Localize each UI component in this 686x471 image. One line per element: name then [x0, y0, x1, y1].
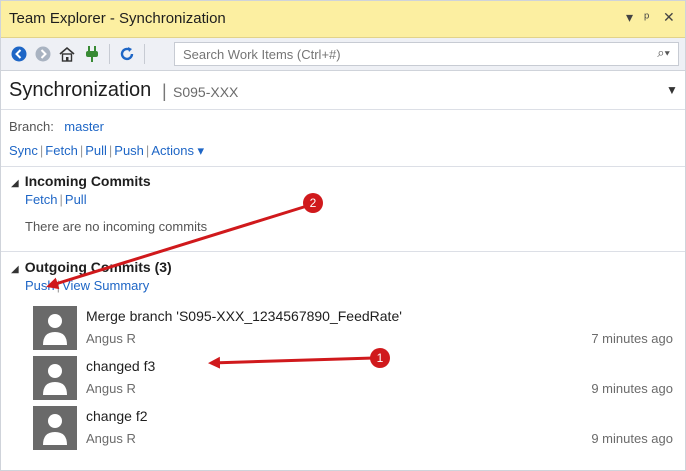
team-explorer-window: Team Explorer - Synchronization ▾ ᵖ ✕ ⌕▾…	[0, 0, 686, 471]
arrow-to-push	[46, 204, 308, 290]
annotation-arrows	[46, 204, 375, 369]
annotation-badge-2: 2	[303, 193, 323, 213]
arrow-to-commit	[208, 356, 375, 369]
annotation-badge-1: 1	[370, 348, 390, 368]
